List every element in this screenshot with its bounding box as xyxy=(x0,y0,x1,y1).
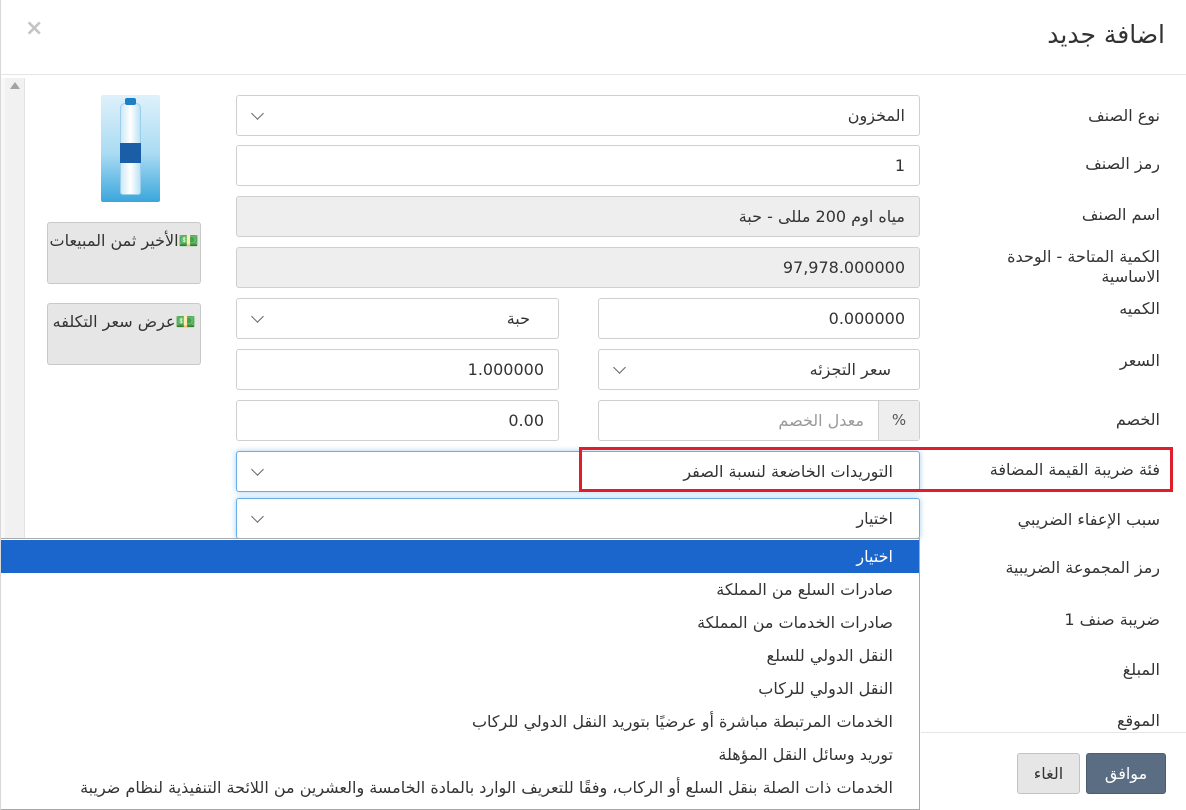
item-type-label: نوع الصنف xyxy=(1088,106,1160,125)
item-code-value: 1 xyxy=(894,156,905,175)
quantity-input[interactable]: 0.000000 xyxy=(598,298,920,339)
exemption-reason-label: سبب الإعفاء الضريبي xyxy=(1017,510,1160,529)
price-value: 1.000000 xyxy=(467,360,544,379)
scrollbar[interactable] xyxy=(5,78,25,548)
item-name-label: اسم الصنف xyxy=(1081,205,1160,224)
chevron-down-icon xyxy=(613,361,626,374)
close-icon[interactable]: × xyxy=(25,16,43,41)
dropdown-option[interactable]: اختيار xyxy=(1,540,919,573)
bottle-label xyxy=(120,143,141,163)
item-code-label: رمز الصنف xyxy=(1085,154,1160,173)
location-label: الموقع xyxy=(1117,711,1160,730)
dropdown-option[interactable]: الخدمات المرتبطة مباشرة أو عرضيًا بتوريد… xyxy=(1,705,919,738)
percent-addon: % xyxy=(878,401,919,440)
item-tax-label: ضريبة صنف 1 xyxy=(1064,610,1160,629)
exemption-reason-value: اختيار xyxy=(856,509,893,528)
item-name-input[interactable]: مياه اوم 200 مللى - حبة xyxy=(236,196,920,237)
amount-label: المبلغ xyxy=(1122,660,1160,679)
scroll-up-arrow-icon[interactable] xyxy=(10,82,20,89)
chevron-down-icon xyxy=(251,510,264,523)
modal-title: اضافة جديد xyxy=(1047,20,1165,49)
dropdown-option[interactable]: صادرات الخدمات من المملكة xyxy=(1,606,919,639)
item-name-value: مياه اوم 200 مللى - حبة xyxy=(738,207,905,226)
available-qty-label: الكمية المتاحة - الوحدة الاساسية xyxy=(1007,247,1160,286)
unit-select[interactable]: حبة xyxy=(236,298,559,339)
quantity-label: الكميه xyxy=(1119,299,1160,318)
exemption-reason-select[interactable]: اختيار xyxy=(236,498,920,539)
exemption-reason-dropdown[interactable]: اختيار صادرات السلع من المملكة صادرات ال… xyxy=(1,538,920,810)
dropdown-option[interactable]: الخدمات ذات الصلة بنقل السلع أو الركاب، … xyxy=(1,771,919,804)
discount-rate-input[interactable]: % معدل الخصم xyxy=(598,400,920,441)
product-image xyxy=(101,95,160,202)
vat-category-select[interactable]: التوريدات الخاضعة لنسبة الصفر xyxy=(236,451,920,492)
dropdown-option[interactable]: توريد وسائل النقل المؤهلة xyxy=(1,738,919,771)
ok-button[interactable]: موافق xyxy=(1086,753,1166,794)
price-input[interactable]: 1.000000 xyxy=(236,349,559,390)
last-sales-price-button[interactable]: 💵الأخير ثمن المبيعات xyxy=(47,222,201,284)
item-type-select[interactable]: المخزون xyxy=(236,95,920,136)
bottle-cap xyxy=(125,98,136,105)
discount-value: 0.00 xyxy=(508,411,544,430)
chevron-down-icon xyxy=(251,310,264,323)
discount-value-input[interactable]: 0.00 xyxy=(236,400,559,441)
price-label: السعر xyxy=(1119,351,1160,370)
vat-category-value: التوريدات الخاضعة لنسبة الصفر xyxy=(683,462,893,481)
dropdown-option[interactable]: النقل الدولي للركاب xyxy=(1,672,919,705)
vat-category-label: فئة ضريبة القيمة المضافة xyxy=(989,460,1160,479)
dropdown-option[interactable]: صادرات السلع من المملكة xyxy=(1,573,919,606)
price-type-select[interactable]: سعر التجزئه xyxy=(598,349,920,390)
discount-label: الخصم xyxy=(1115,410,1160,429)
modal-header: اضافة جديد × xyxy=(1,0,1186,75)
available-qty-value: 97,978.000000 xyxy=(782,258,905,277)
chevron-down-icon xyxy=(251,107,264,120)
available-qty-input[interactable]: 97,978.000000 xyxy=(236,247,920,288)
item-code-input[interactable]: 1 xyxy=(236,145,920,186)
cost-price-button[interactable]: 💵عرض سعر التكلفه xyxy=(47,303,201,365)
chevron-down-icon xyxy=(251,463,264,476)
quantity-value: 0.000000 xyxy=(828,309,905,328)
price-type-value: سعر التجزئه xyxy=(809,360,891,379)
unit-value: حبة xyxy=(506,309,530,328)
tax-group-code-label: رمز المجموعة الضريبية xyxy=(1005,558,1160,577)
discount-rate-placeholder: معدل الخصم xyxy=(778,411,864,430)
dropdown-option[interactable]: النقل الدولي للسلع xyxy=(1,639,919,672)
cancel-button[interactable]: الغاء xyxy=(1017,753,1080,794)
add-item-modal: اضافة جديد × نوع الصنف رمز الصنف اسم الص… xyxy=(0,0,1186,810)
item-type-value: المخزون xyxy=(847,106,905,125)
